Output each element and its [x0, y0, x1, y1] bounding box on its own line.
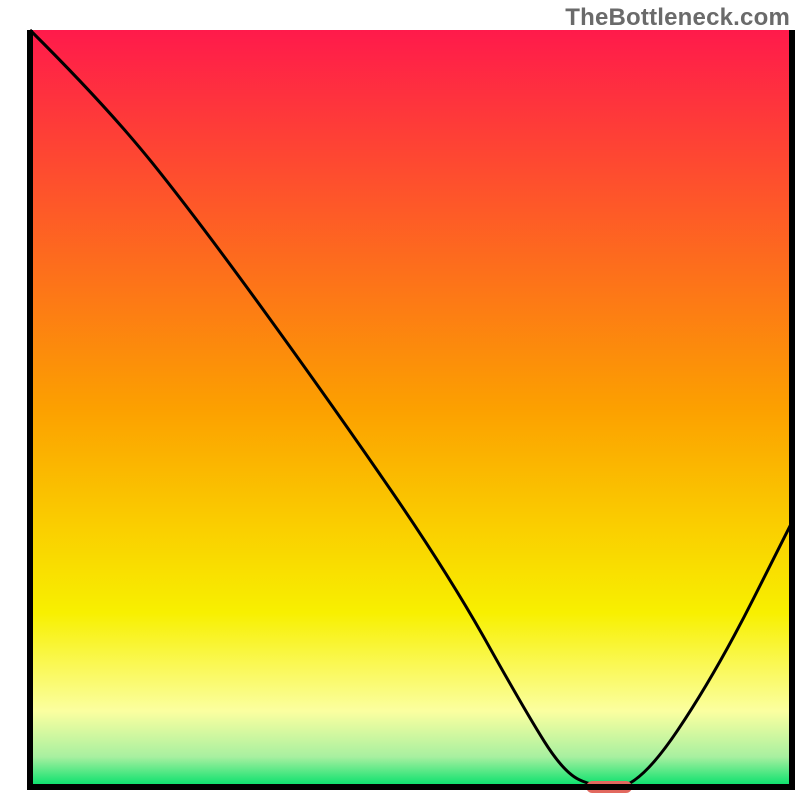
watermark-text: TheBottleneck.com [565, 4, 790, 32]
bottleneck-chart [0, 0, 800, 800]
plot-background [30, 30, 792, 787]
chart-container: TheBottleneck.com [0, 0, 800, 800]
